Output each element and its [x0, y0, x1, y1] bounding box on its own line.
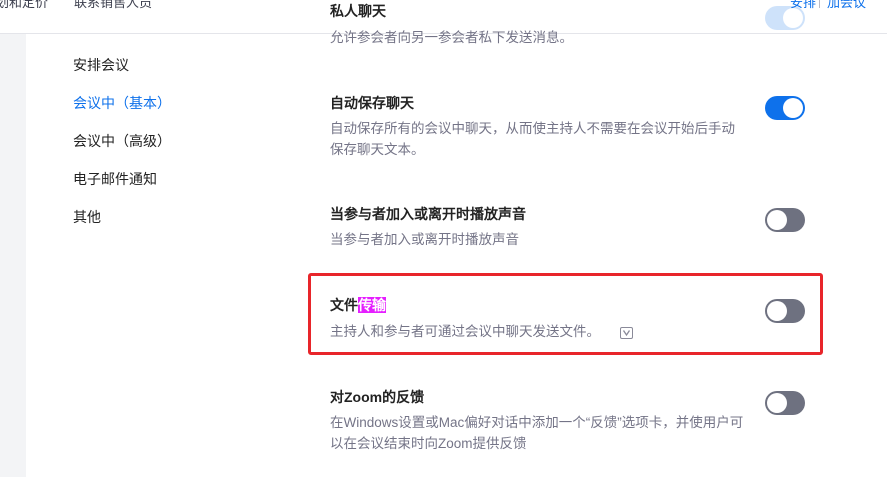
subnav-item-in-meeting-advanced[interactable]: 会议中（高级）: [73, 131, 171, 151]
join-meeting-link[interactable]: 加会议: [827, 0, 866, 11]
toggle-knob: [783, 8, 803, 28]
toggle-knob: [767, 393, 787, 413]
subnav-item-in-meeting-basic[interactable]: 会议中（基本）: [73, 93, 171, 113]
setting-title: 对Zoom的反馈: [330, 389, 425, 405]
private-chat-toggle[interactable]: [765, 6, 805, 30]
setting-description: 允许参会者向另一参会者私下发送消息。: [330, 30, 573, 45]
annotation-box: [308, 273, 823, 355]
header-divider: [819, 0, 820, 8]
setting-title: 私人聊天: [330, 3, 386, 19]
toggle-knob: [783, 98, 803, 118]
setting-description: 当参与者加入或离开时播放声音: [330, 232, 519, 247]
auto-save-chat-toggle[interactable]: [765, 96, 805, 120]
join-leave-sound-toggle[interactable]: [765, 208, 805, 232]
contact-sales-link[interactable]: 联系销售人员: [74, 0, 152, 11]
subnav-item-other[interactable]: 其他: [73, 207, 101, 227]
setting-description: 自动保存所有的会议中聊天，从而使主持人不需要在会议开始后手动保存聊天文本。: [330, 121, 735, 157]
plans-pricing-link[interactable]: 划和定价: [0, 0, 48, 11]
setting-title: 自动保存聊天: [330, 95, 414, 111]
toggle-knob: [767, 210, 787, 230]
zoom-feedback-toggle[interactable]: [765, 391, 805, 415]
subnav-item-email-notification[interactable]: 电子邮件通知: [73, 169, 157, 189]
setting-description: 在Windows设置或Mac偏好对话中添加一个“反馈”选项卡，并使用户可以在会议…: [330, 415, 744, 451]
settings-panel: 安排会议 会议中（基本） 会议中（高级） 电子邮件通知 其他 私人聊天 允许参会…: [26, 3, 887, 477]
subnav-item-schedule-meeting[interactable]: 安排会议: [73, 55, 129, 75]
setting-title: 当参与者加入或离开时播放声音: [330, 206, 526, 222]
